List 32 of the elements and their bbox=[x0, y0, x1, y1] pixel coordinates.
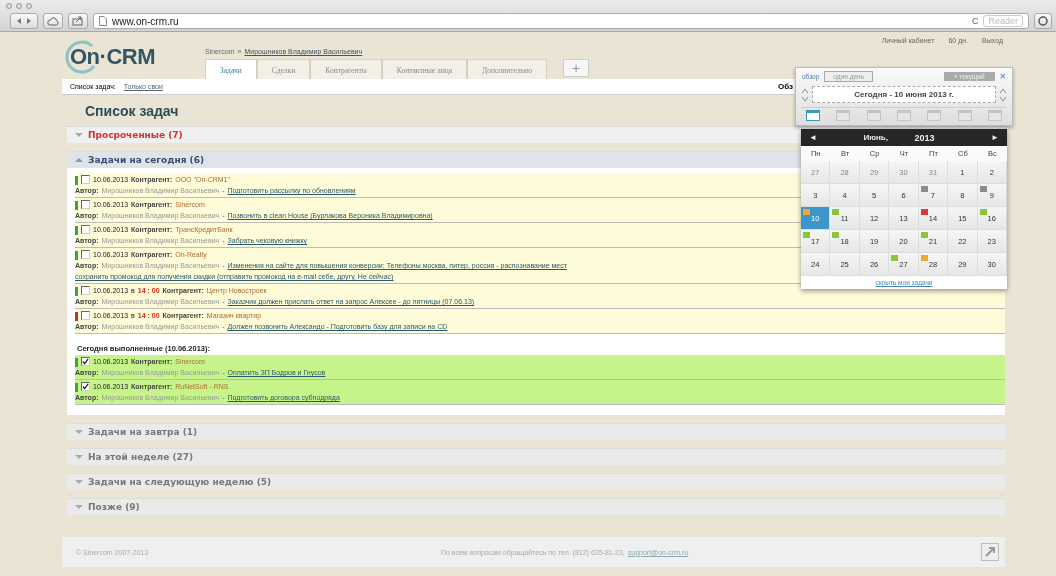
cloud-icon[interactable] bbox=[43, 13, 63, 29]
address-bar[interactable]: www.on-crm.ru C Reader bbox=[93, 13, 1029, 29]
task-checkbox[interactable] bbox=[81, 225, 90, 234]
task-checkbox[interactable] bbox=[81, 175, 90, 184]
task-checkbox[interactable] bbox=[81, 286, 90, 295]
group-header[interactable]: Позже (9) bbox=[67, 498, 1005, 515]
group-header[interactable]: Задачи на следующую неделю (5) bbox=[67, 473, 1005, 490]
day-icon[interactable] bbox=[806, 110, 820, 121]
back-forward-buttons[interactable] bbox=[10, 13, 38, 29]
page-icon bbox=[99, 16, 107, 26]
overview-label: Обз bbox=[777, 82, 793, 91]
task-checkbox[interactable] bbox=[81, 311, 90, 320]
date-field[interactable]: Сегодня - 10 июня 2013 г. bbox=[812, 86, 996, 103]
task-checkbox[interactable] bbox=[81, 382, 90, 391]
spinner-icon[interactable] bbox=[802, 87, 808, 102]
previous-month-button[interactable]: ◄ bbox=[809, 133, 817, 142]
logo[interactable]: On·CRM bbox=[62, 35, 205, 79]
year-label: 2013 bbox=[914, 132, 935, 143]
group-header[interactable]: Задачи на завтра (1) bbox=[67, 423, 1005, 440]
share-icon[interactable] bbox=[68, 13, 88, 29]
close-button[interactable]: × bbox=[999, 72, 1006, 81]
task-checkbox[interactable] bbox=[81, 357, 90, 366]
month-label: Июнь, bbox=[863, 133, 888, 142]
group-header[interactable]: На этой неделе (27) bbox=[67, 448, 1005, 465]
task-checkbox[interactable] bbox=[81, 200, 90, 209]
url-text: www.on-crm.ru bbox=[112, 15, 179, 27]
expand-icon[interactable] bbox=[981, 543, 999, 561]
task-checkbox[interactable] bbox=[81, 250, 90, 259]
next-month-button[interactable]: ► bbox=[991, 133, 999, 142]
page-title: Список задач bbox=[84, 102, 180, 121]
spinner-icon[interactable] bbox=[1000, 87, 1006, 102]
reload-button[interactable]: C bbox=[971, 16, 979, 26]
